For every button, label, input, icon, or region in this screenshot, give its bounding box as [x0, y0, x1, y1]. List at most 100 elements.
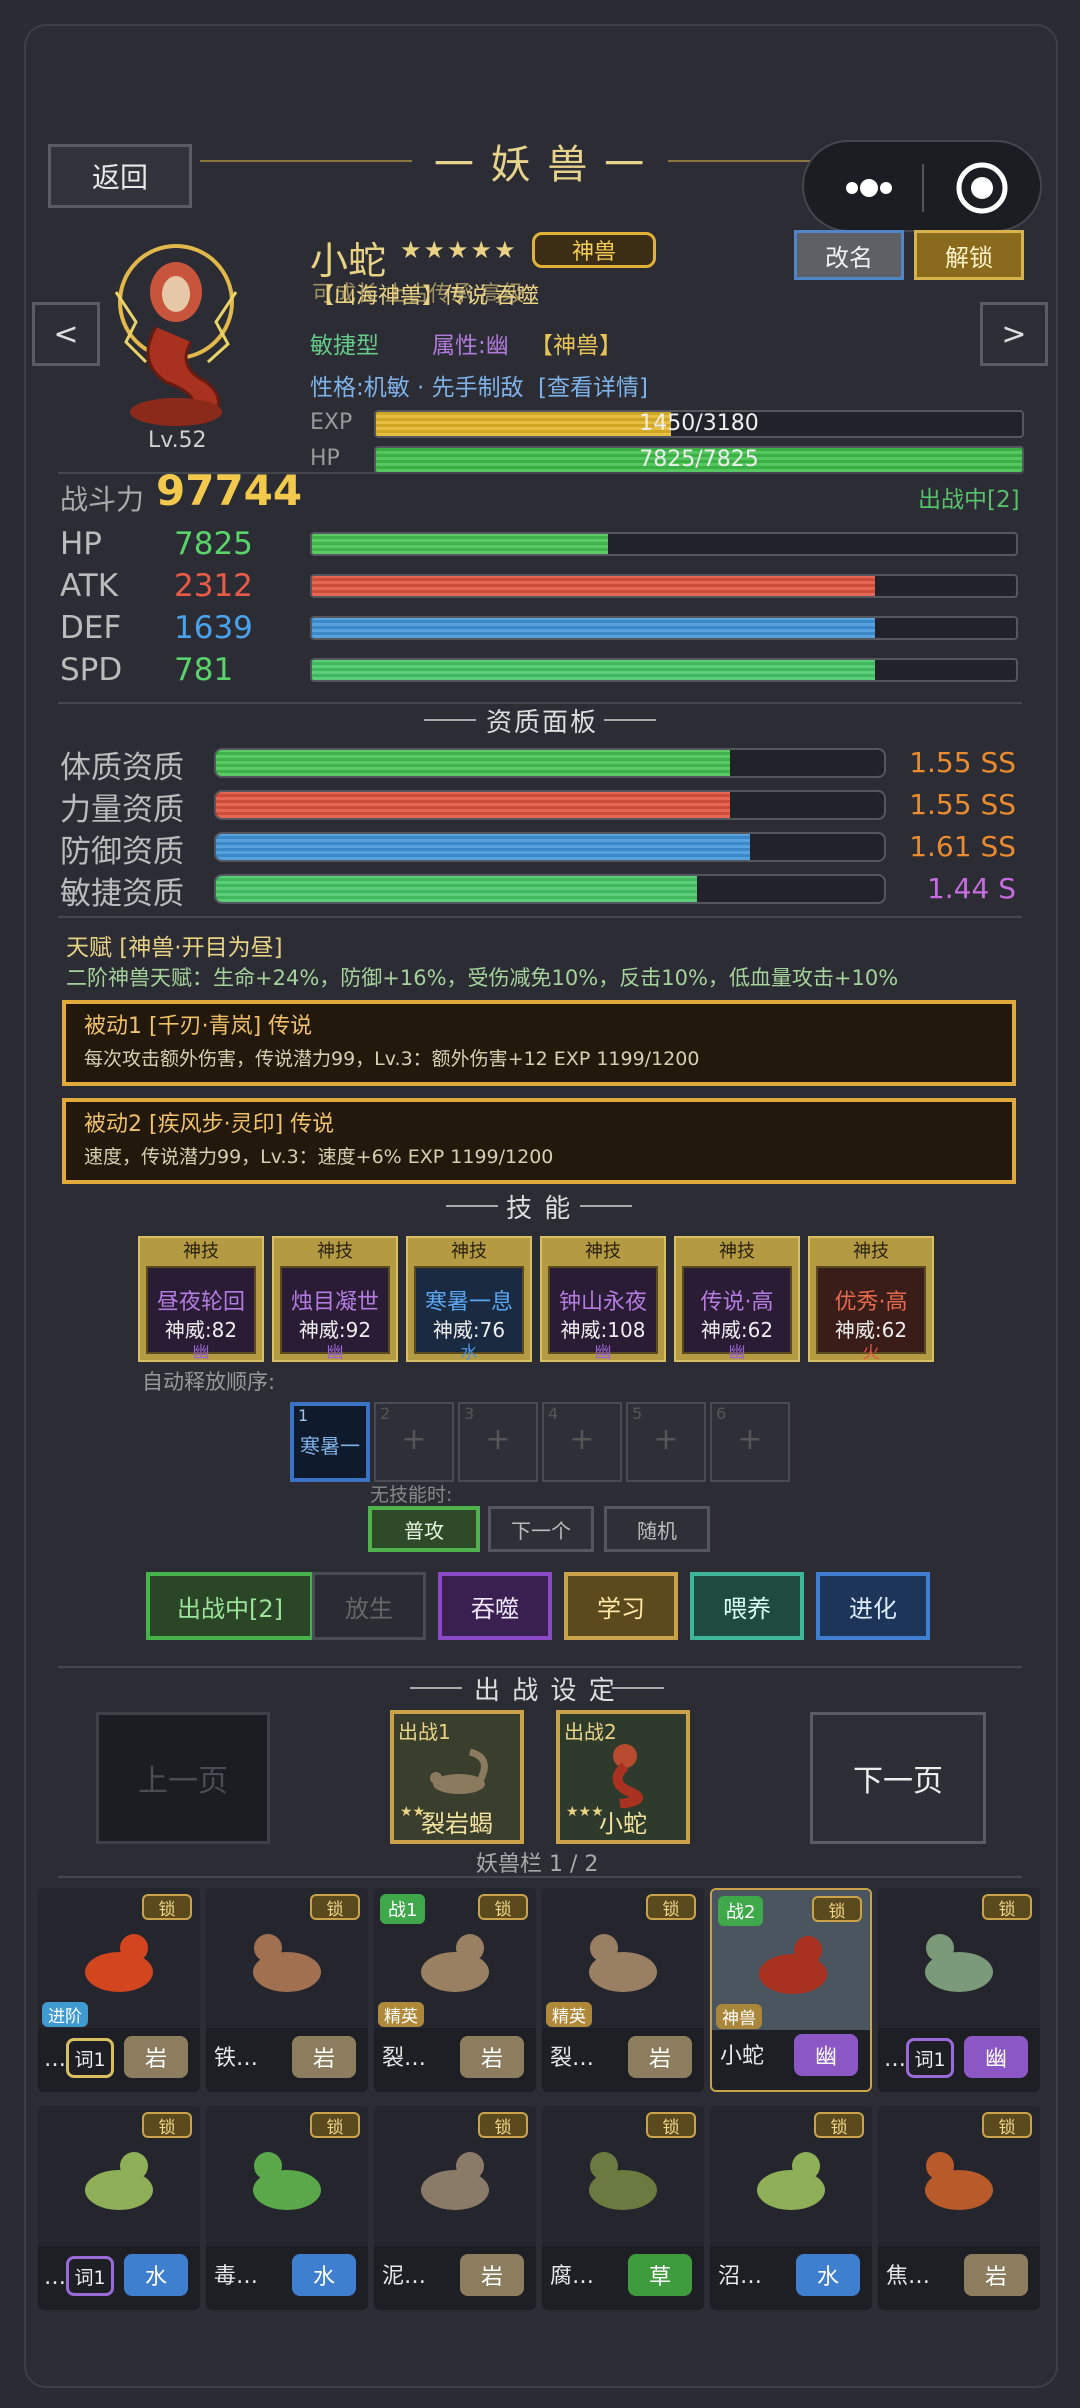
- rank-badge-label: 神兽: [571, 240, 616, 265]
- skill-order-slot[interactable]: 6 +: [710, 1402, 790, 1482]
- pet-level: Lv.52: [148, 428, 207, 453]
- lock-badge[interactable]: 锁: [310, 2112, 360, 2138]
- lock-badge[interactable]: 锁: [812, 1896, 862, 1922]
- snake-icon: [748, 1916, 838, 2006]
- roster-card[interactable]: 锁泥… 岩: [374, 2106, 536, 2310]
- roster-name: 泥…: [382, 2264, 427, 2289]
- battle-slot-name: 裂岩蝎: [421, 1810, 493, 1838]
- skill-card[interactable]: 神技 优秀·高 神威:62 火: [808, 1236, 934, 1363]
- unlock-button[interactable]: 解锁: [914, 230, 1024, 280]
- lock-badge[interactable]: 锁: [478, 1894, 528, 1920]
- element-badge: 岩: [964, 2254, 1028, 2296]
- devour-button[interactable]: 吞噬: [438, 1572, 552, 1640]
- roster-name: …: [44, 2265, 66, 2290]
- fallback-mode-1[interactable]: 下一个: [488, 1506, 594, 1552]
- pet-traits-line-b: 可成长 上古传承 高级: [312, 282, 524, 307]
- fallback-mode-2[interactable]: 随机: [604, 1506, 710, 1552]
- divider: [58, 916, 1022, 918]
- skill-order-slot[interactable]: 4 +: [542, 1402, 622, 1482]
- skill-grade: 神技: [585, 1241, 621, 1262]
- stat-value: 2312: [174, 568, 253, 604]
- roster-name: 铁…: [214, 2046, 259, 2071]
- skill-body: 优秀·高 神威:62 火: [816, 1266, 926, 1363]
- battle-badge: 战2: [718, 1896, 764, 1926]
- fallback-mode-0[interactable]: 普攻: [368, 1506, 480, 1552]
- next-page-label: 下一页: [853, 1764, 943, 1799]
- skill-order-slot[interactable]: 3 +: [458, 1402, 538, 1482]
- roster-card[interactable]: 锁 … 词1 幽: [878, 1888, 1040, 2092]
- skill-order-slot[interactable]: 1 寒暑一: [290, 1402, 370, 1482]
- prev-pet-button[interactable]: <: [32, 302, 100, 366]
- passive-skill-card[interactable]: 被动1 [千刃·青岚] 传说 每次攻击额外伤害，传说潜力99，Lv.3：额外伤害+…: [62, 1000, 1016, 1086]
- lock-badge[interactable]: 锁: [814, 2112, 864, 2138]
- roster-card[interactable]: 锁铁… 岩: [206, 1888, 368, 2092]
- prev-page-button[interactable]: 上一页: [96, 1712, 270, 1844]
- pet-attribute: 属性:幽: [432, 333, 509, 359]
- evolve-button[interactable]: 进化: [816, 1572, 930, 1640]
- lock-badge[interactable]: 锁: [142, 2112, 192, 2138]
- skill-element: 幽: [594, 1343, 612, 1363]
- skill-order-slot[interactable]: 5 +: [626, 1402, 706, 1482]
- skill-card[interactable]: 神技 钟山永夜 神威:108 幽: [540, 1236, 666, 1363]
- roster-card[interactable]: 锁 … 词1 水: [38, 2106, 200, 2310]
- prev-page-label: 上一页: [138, 1764, 228, 1799]
- power-label: 战斗力: [60, 483, 145, 516]
- rock-toad-icon: [410, 2132, 500, 2222]
- next-pet-label: >: [1001, 316, 1027, 352]
- element-badge: 草: [628, 2254, 692, 2296]
- pet-portrait: [96, 232, 256, 432]
- skill-card[interactable]: 神技 寒暑一息 神威:76 水: [406, 1236, 532, 1363]
- pet-stars: ★★★★★: [400, 236, 518, 264]
- next-pet-button[interactable]: >: [980, 302, 1048, 366]
- roster-card[interactable]: 锁精英 裂… 岩: [542, 1888, 704, 2092]
- view-details-link[interactable]: [查看详情]: [538, 368, 648, 402]
- stat-value: 781: [174, 652, 234, 688]
- element-badge: 岩: [460, 2254, 524, 2296]
- lock-badge[interactable]: 锁: [982, 1894, 1032, 1920]
- slot-number: 2: [380, 1404, 391, 1423]
- deploy-button[interactable]: 出战中[2]: [146, 1572, 314, 1640]
- title-line-left: [200, 160, 412, 162]
- aptitude-bar: [214, 748, 886, 778]
- roster-card[interactable]: 锁毒… 水: [206, 2106, 368, 2310]
- skills-title: 技 能: [506, 1194, 573, 1224]
- roster-card[interactable]: 锁焦… 岩: [878, 2106, 1040, 2310]
- next-page-button[interactable]: 下一页: [810, 1712, 986, 1844]
- battle-slot[interactable]: 出战2 ★★★ 小蛇: [556, 1710, 690, 1844]
- add-slot-icon: +: [401, 1422, 427, 1457]
- lock-badge[interactable]: 锁: [142, 1894, 192, 1920]
- rank-tag: 精英: [378, 2002, 424, 2027]
- aptitude-value: 1.55 SS: [909, 746, 1016, 779]
- roster-card[interactable]: 锁 战2 神兽 小蛇 幽: [710, 1888, 872, 2092]
- release-button[interactable]: 放生: [312, 1572, 426, 1640]
- roster-card[interactable]: 锁进阶 … 词1 岩: [38, 1888, 200, 2092]
- rename-button[interactable]: 改名: [794, 230, 904, 280]
- stat-bar: [310, 574, 1018, 598]
- feed-button[interactable]: 喂养: [690, 1572, 804, 1640]
- passive-skill-card[interactable]: 被动2 [疾风步·灵印] 传说 速度，传说潜力99，Lv.3：速度+6% EXP …: [62, 1098, 1016, 1184]
- close-miniapp-icon[interactable]: [954, 160, 1010, 216]
- lock-badge[interactable]: 锁: [982, 2112, 1032, 2138]
- add-slot-icon: +: [569, 1422, 595, 1457]
- skill-card[interactable]: 神技 烛目凝世 神威:92 幽: [272, 1236, 398, 1363]
- roster-card[interactable]: 锁腐… 草: [542, 2106, 704, 2310]
- power-value: 97744: [156, 466, 303, 515]
- skill-card[interactable]: 神技 传说·高 神威:62 幽: [674, 1236, 800, 1363]
- roster-card[interactable]: 锁 战1 精英 裂… 岩: [374, 1888, 536, 2092]
- skill-card[interactable]: 神技 昼夜轮回 神威:82 幽: [138, 1236, 264, 1363]
- lock-badge[interactable]: 锁: [310, 1894, 360, 1920]
- battle-slot[interactable]: 出战1 ★★ 裂岩蝎: [390, 1710, 524, 1844]
- roster-card[interactable]: 锁沼… 水: [710, 2106, 872, 2310]
- aptitude-value: 1.61 SS: [909, 830, 1016, 863]
- skill-order-slot[interactable]: 2 +: [374, 1402, 454, 1482]
- back-button[interactable]: 返回: [48, 144, 192, 208]
- divider: [58, 1876, 1022, 1878]
- learn-button[interactable]: 学习: [564, 1572, 678, 1640]
- more-icon[interactable]: [834, 166, 904, 210]
- skill-body: 烛目凝世 神威:92 幽: [280, 1266, 390, 1363]
- lock-badge[interactable]: 锁: [478, 2112, 528, 2138]
- aptitude-bar: [214, 790, 886, 820]
- pet-personality: 性格:机敏 · 先手制敌: [310, 375, 524, 401]
- lock-badge[interactable]: 锁: [646, 2112, 696, 2138]
- lock-badge[interactable]: 锁: [646, 1894, 696, 1920]
